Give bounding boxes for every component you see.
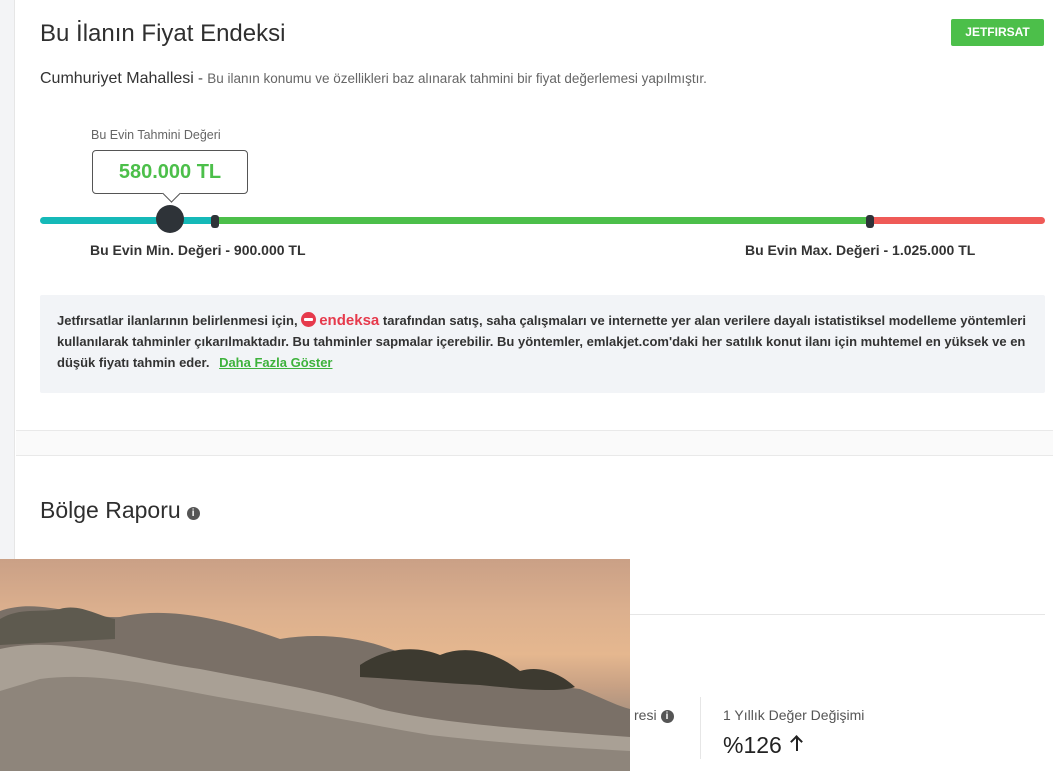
price-index-title: Bu İlanın Fiyat Endeksi — [40, 20, 286, 47]
region-report-title: Bölge Raporu — [40, 497, 181, 523]
price-range-high-segment — [872, 217, 1045, 224]
region-report-separator — [630, 614, 1045, 615]
section-divider — [16, 430, 1053, 456]
arrow-up-icon — [790, 735, 804, 751]
yearly-change-label: 1 Yıllık Değer Değişimi — [723, 707, 865, 723]
yearly-change-value-row: %126 — [723, 732, 804, 759]
max-value-marker — [866, 215, 874, 228]
estimate-label: Bu Evin Tahmini Değeri — [91, 128, 221, 142]
endeksa-brand-name: endeksa — [319, 312, 380, 329]
stat-separator — [700, 697, 701, 759]
endeksa-logo: endeksa — [301, 312, 379, 329]
max-value-label: Bu Evin Max. Değeri - 1.025.000 TL — [745, 242, 976, 258]
min-value-marker — [211, 215, 219, 228]
estimate-marker — [156, 205, 184, 233]
estimate-price-tooltip: 580.000 TL — [92, 150, 248, 194]
info-icon[interactable]: i — [186, 507, 200, 520]
region-report-heading: Bölge Raporu i — [40, 497, 200, 524]
location-name: Cumhuriyet Mahallesi — [40, 70, 194, 87]
overlay-photo — [0, 559, 630, 771]
price-range-low-segment — [40, 217, 214, 224]
min-value-label: Bu Evin Min. Değeri - 900.000 TL — [90, 242, 306, 258]
location-description: Cumhuriyet Mahallesi - Bu ilanın konumu … — [40, 70, 707, 88]
info-icon[interactable]: i — [660, 710, 674, 723]
yearly-change-value: %126 — [723, 732, 782, 758]
show-more-link[interactable]: Daha Fazla Göster — [219, 355, 332, 370]
partial-stat-text: resi — [634, 707, 657, 723]
hillside-landscape-image — [0, 606, 630, 771]
location-separator: - — [193, 70, 208, 87]
valuation-description: Bu ilanın konumu ve özellikleri baz alın… — [207, 71, 707, 86]
endeksa-logo-icon — [301, 312, 317, 327]
info-text-before: Jetfırsatlar ilanlarının belirlenmesi iç… — [57, 313, 298, 328]
price-range-mid-segment — [214, 217, 872, 224]
methodology-text: Jetfırsatlar ilanlarının belirlenmesi iç… — [57, 310, 1032, 373]
methodology-info-box: Jetfırsatlar ilanlarının belirlenmesi iç… — [40, 295, 1045, 393]
partial-stat-label: resi i — [634, 707, 674, 723]
jetfirsat-badge: JETFIRSAT — [951, 19, 1044, 46]
